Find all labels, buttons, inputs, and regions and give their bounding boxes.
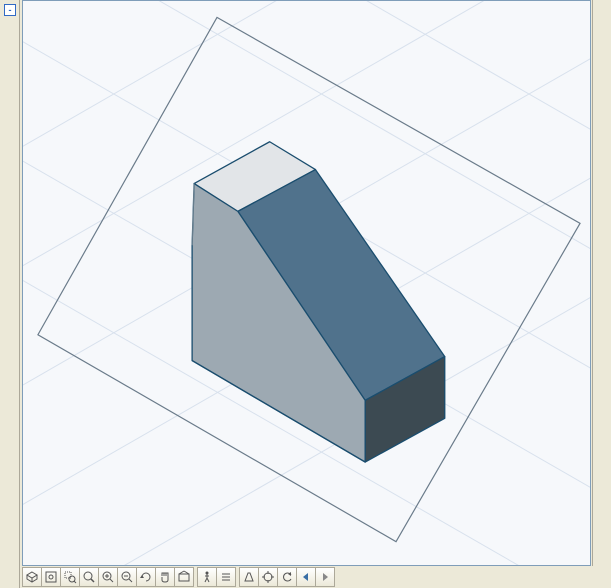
pan-button[interactable] — [155, 567, 175, 587]
prev-view-button[interactable] — [296, 567, 316, 587]
scene-svg — [23, 1, 590, 565]
viewport-3d[interactable] — [22, 0, 591, 566]
model-wedge — [192, 142, 445, 462]
next-view-button[interactable] — [315, 567, 335, 587]
rotate-view-button[interactable] — [136, 567, 156, 587]
minus-icon: - — [9, 5, 12, 15]
fit-view-button[interactable] — [41, 567, 61, 587]
zoom-window-button[interactable] — [60, 567, 80, 587]
look-at-button[interactable] — [174, 567, 194, 587]
walk-button[interactable] — [197, 567, 217, 587]
target-view-button[interactable] — [258, 567, 278, 587]
zoom-in-button[interactable] — [98, 567, 118, 587]
named-views-button[interactable] — [216, 567, 236, 587]
right-scrollbar[interactable] — [592, 0, 609, 566]
refresh-view-button[interactable] — [277, 567, 297, 587]
left-panel-gutter: - — [0, 0, 20, 588]
panel-collapse-icon[interactable]: - — [4, 4, 16, 16]
iso-view-button[interactable] — [22, 567, 42, 587]
zoom-out-button[interactable] — [117, 567, 137, 587]
perspective-button[interactable] — [239, 567, 259, 587]
view-toolbar — [22, 567, 591, 587]
zoom-button[interactable] — [79, 567, 99, 587]
